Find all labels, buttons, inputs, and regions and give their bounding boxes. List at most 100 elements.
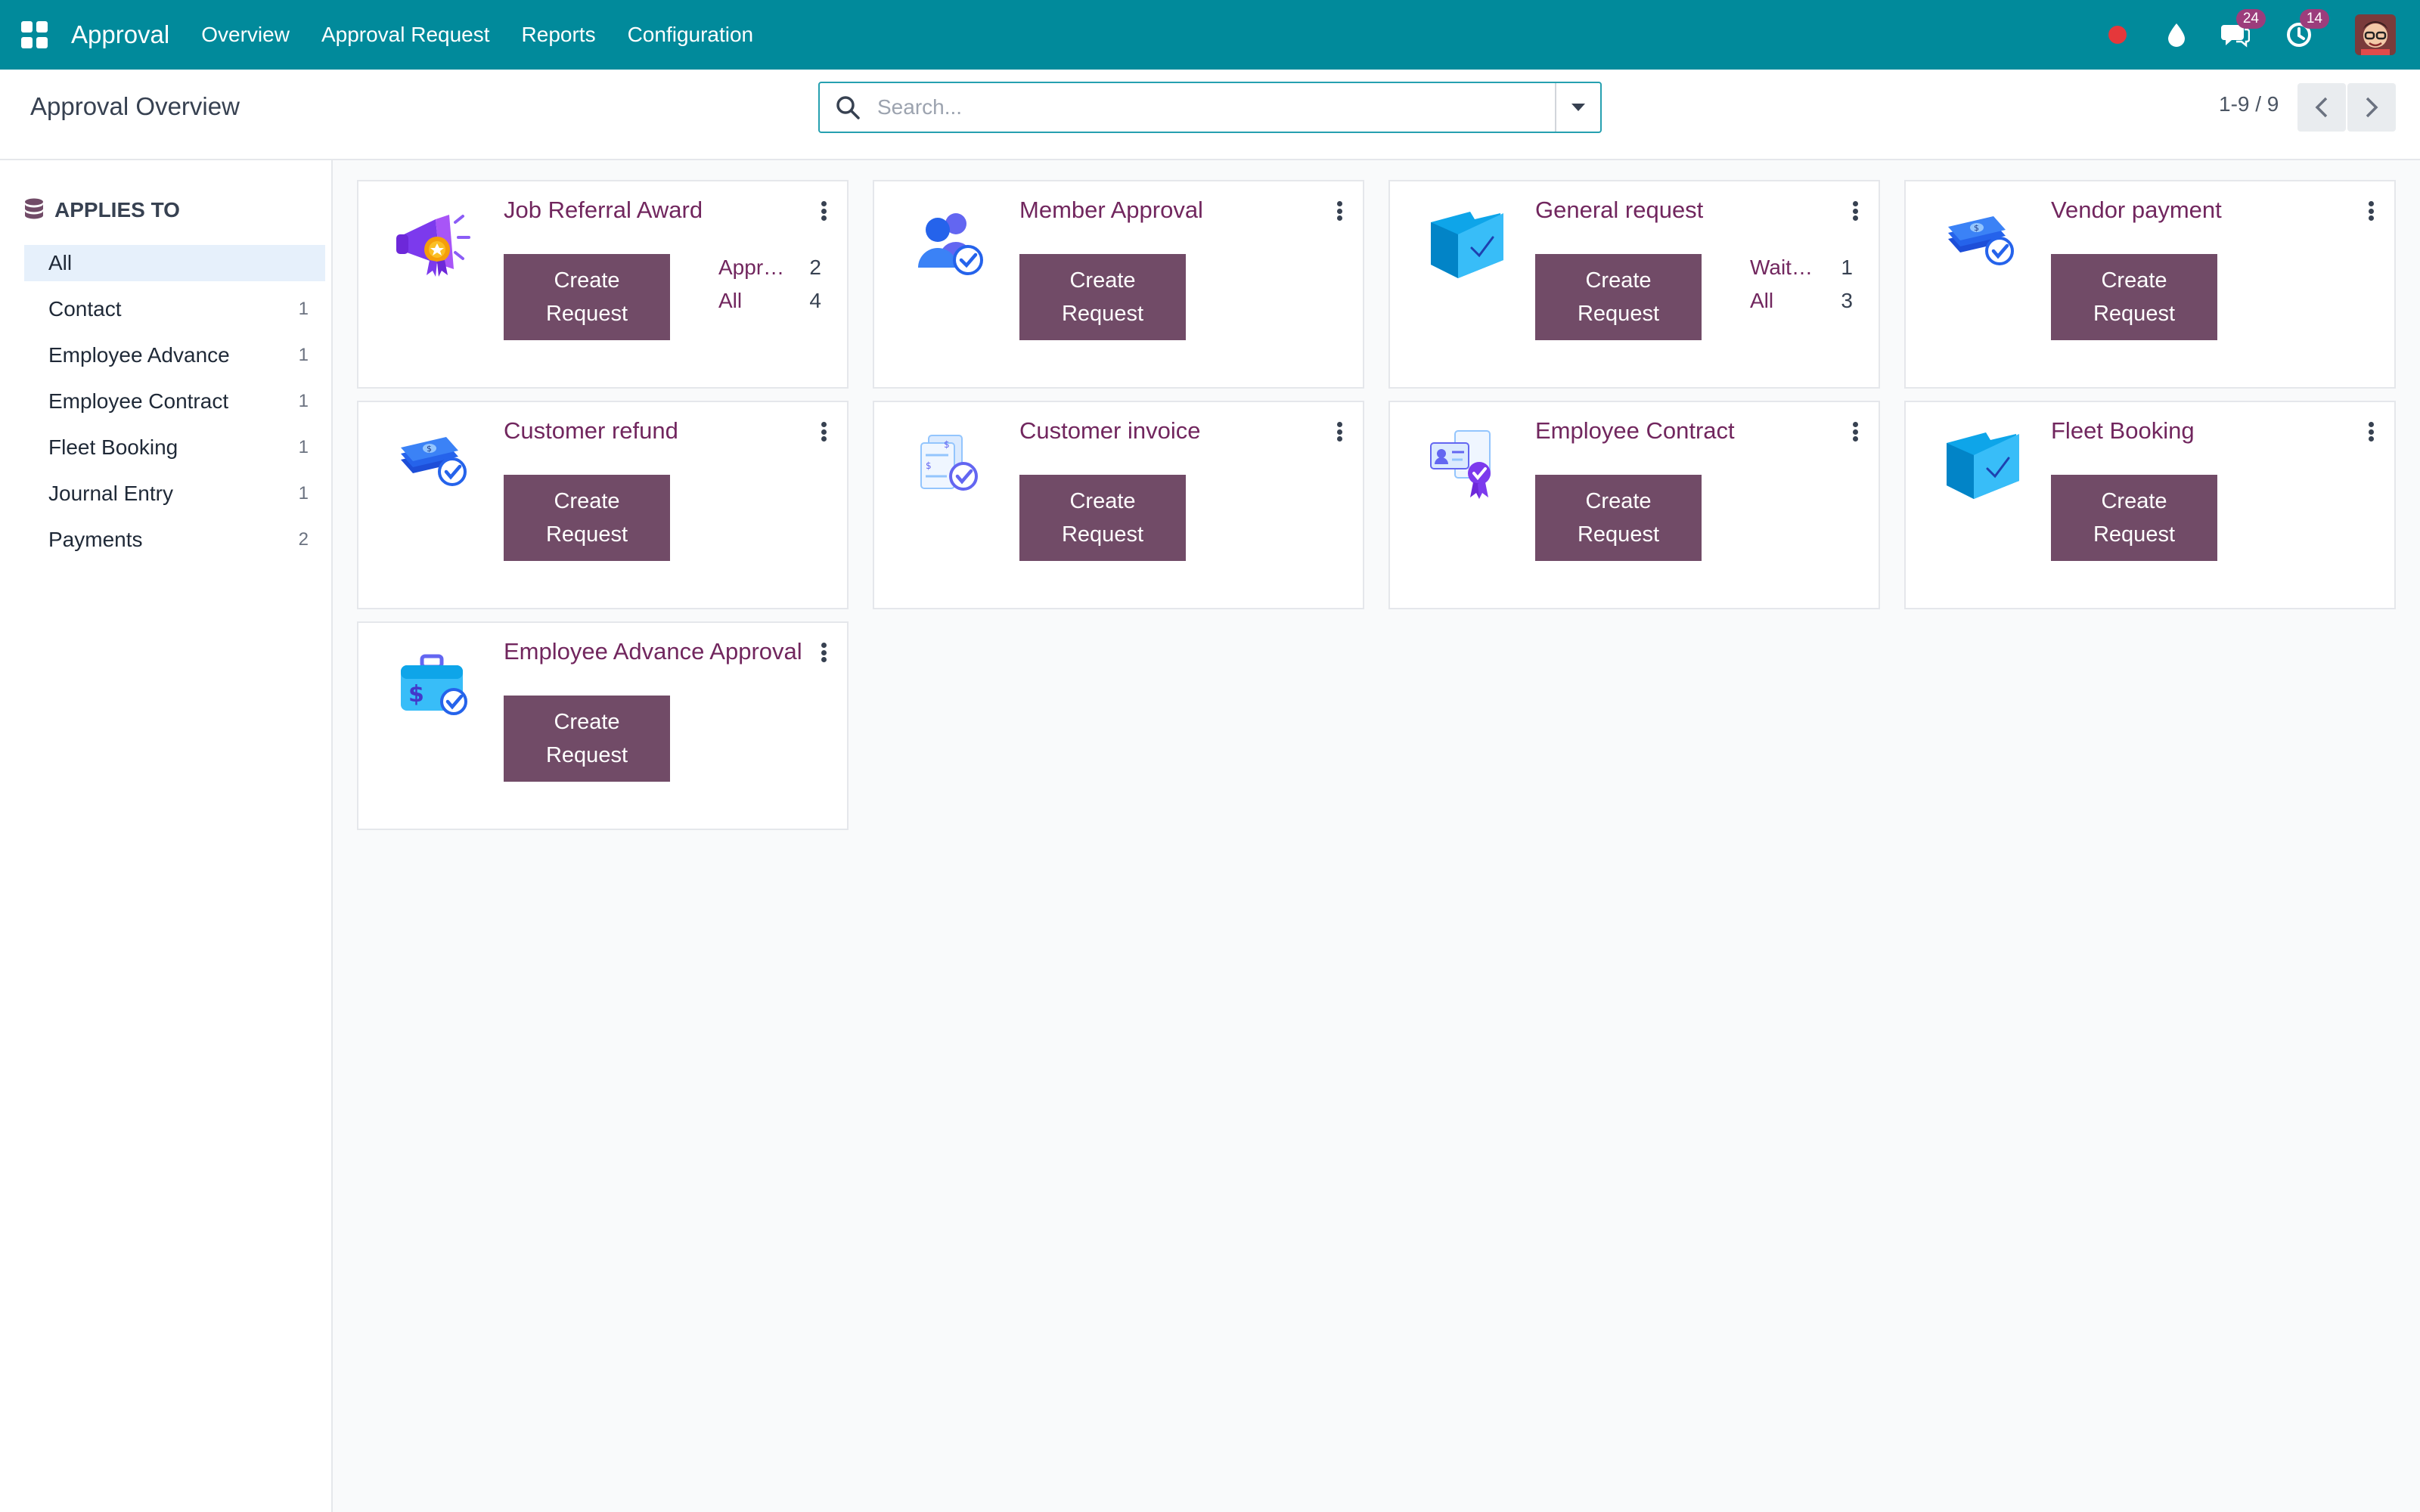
sidebar-item-all[interactable]: All bbox=[24, 245, 325, 281]
kebab-menu-icon[interactable] bbox=[818, 419, 829, 445]
approval-card-fleet-booking[interactable]: Fleet Booking Create Request bbox=[1904, 401, 2396, 609]
sidebar-item-fleet-booking[interactable]: Fleet Booking 1 bbox=[24, 429, 325, 466]
sidebar-item-label: Payments bbox=[48, 528, 143, 551]
card-title[interactable]: Member Approval bbox=[1019, 197, 1203, 224]
create-request-button[interactable]: Create Request bbox=[504, 254, 670, 340]
kebab-menu-icon[interactable] bbox=[818, 640, 829, 665]
svg-text:$: $ bbox=[427, 444, 432, 454]
nav-configuration[interactable]: Configuration bbox=[628, 23, 754, 47]
approval-card-employee-contract[interactable]: Employee Contract Create Request bbox=[1388, 401, 1880, 609]
create-request-button[interactable]: Create Request bbox=[2051, 475, 2217, 561]
card-title[interactable]: Employee Contract bbox=[1535, 417, 1735, 445]
pager-previous-button[interactable] bbox=[2297, 83, 2346, 132]
stat-value: 2 bbox=[809, 256, 821, 279]
kebab-menu-icon[interactable] bbox=[1334, 198, 1345, 224]
sidebar-item-label: Employee Contract bbox=[48, 389, 229, 413]
pager-next-button[interactable] bbox=[2347, 83, 2396, 132]
app-brand[interactable]: Approval bbox=[71, 20, 169, 49]
create-request-button[interactable]: Create Request bbox=[1535, 475, 1702, 561]
folder-check-icon bbox=[1431, 212, 1503, 278]
nav-overview[interactable]: Overview bbox=[201, 23, 290, 47]
stat-value: 1 bbox=[1841, 256, 1853, 279]
sidebar-item-contact[interactable]: Contact 1 bbox=[24, 291, 325, 327]
kebab-menu-icon[interactable] bbox=[2366, 419, 2376, 445]
card-title[interactable]: Vendor payment bbox=[2051, 197, 2222, 224]
kebab-menu-icon[interactable] bbox=[1850, 419, 1860, 445]
activities-badge: 14 bbox=[2299, 9, 2329, 29]
approval-card-vendor-payment[interactable]: $ Vendor payment Create Request bbox=[1904, 180, 2396, 389]
sidebar-item-employee-contract[interactable]: Employee Contract 1 bbox=[24, 383, 325, 420]
control-panel: Approval Overview 1-9 / 9 bbox=[0, 70, 2420, 160]
stat-row[interactable]: All 4 bbox=[718, 289, 821, 322]
card-stats: Appr… 2 All 4 bbox=[718, 256, 821, 322]
approval-card-customer-refund[interactable]: $ Customer refund Create Request bbox=[357, 401, 849, 609]
nav-reports[interactable]: Reports bbox=[522, 23, 596, 47]
contract-badge-icon bbox=[1430, 430, 1491, 499]
card-title[interactable]: Job Referral Award bbox=[504, 197, 703, 224]
sidebar-item-payments[interactable]: Payments 2 bbox=[24, 522, 325, 558]
svg-text:$: $ bbox=[926, 460, 932, 471]
sidebar-item-label: Journal Entry bbox=[48, 482, 173, 505]
money-check-icon: $ bbox=[401, 437, 467, 486]
sidebar-item-label: Contact bbox=[48, 297, 122, 321]
water-drop-icon[interactable] bbox=[2161, 20, 2192, 50]
approval-card-member-approval[interactable]: Member Approval Create Request bbox=[873, 180, 1364, 389]
sidebar-item-label: Fleet Booking bbox=[48, 435, 178, 459]
svg-text:$: $ bbox=[1974, 223, 1979, 233]
folder-check-icon bbox=[1947, 432, 2019, 499]
stat-label[interactable]: All bbox=[718, 289, 742, 322]
create-request-button[interactable]: Create Request bbox=[504, 696, 670, 782]
nav-approval-request[interactable]: Approval Request bbox=[321, 23, 490, 47]
search-bar[interactable] bbox=[818, 82, 1602, 133]
sidebar-item-count: 1 bbox=[298, 483, 309, 503]
pager-value[interactable]: 1-9 / 9 bbox=[2219, 92, 2279, 116]
card-stats: Wait… 1 All 3 bbox=[1750, 256, 1853, 322]
kebab-menu-icon[interactable] bbox=[1850, 198, 1860, 224]
user-avatar[interactable] bbox=[2355, 14, 2396, 55]
approval-card-general-request[interactable]: General request Create Request Wait… 1 A… bbox=[1388, 180, 1880, 389]
activity-clock-icon[interactable]: 14 bbox=[2284, 9, 2329, 50]
money-check-icon: $ bbox=[1948, 216, 2014, 265]
chat-icon[interactable]: 24 bbox=[2220, 9, 2266, 50]
create-request-button[interactable]: Create Request bbox=[504, 475, 670, 561]
sidebar-item-label: Employee Advance bbox=[48, 343, 230, 367]
stat-label[interactable]: All bbox=[1750, 289, 1773, 322]
stat-row[interactable]: Wait… 1 bbox=[1750, 256, 1853, 289]
create-request-button[interactable]: Create Request bbox=[1019, 254, 1186, 340]
sidebar-item-count: 2 bbox=[298, 529, 309, 550]
kebab-menu-icon[interactable] bbox=[2366, 198, 2376, 224]
approval-card-employee-advance-approval[interactable]: $ Employee Advance Approval Create Reque… bbox=[357, 621, 849, 830]
stat-label[interactable]: Appr… bbox=[718, 256, 784, 289]
database-icon bbox=[25, 198, 43, 219]
search-icon bbox=[836, 96, 860, 119]
create-request-button[interactable]: Create Request bbox=[2051, 254, 2217, 340]
approval-card-job-referral-award[interactable]: Job Referral Award Create Request Appr… … bbox=[357, 180, 849, 389]
search-input[interactable] bbox=[877, 85, 1555, 130]
chevron-right-icon bbox=[2366, 97, 2378, 118]
sidebar-list: All Contact 1 Employee Advance 1 Employe… bbox=[24, 245, 325, 568]
svg-text:$: $ bbox=[408, 681, 424, 708]
stat-label[interactable]: Wait… bbox=[1750, 256, 1813, 289]
approval-card-customer-invoice[interactable]: $ $ Customer invoice Create Request bbox=[873, 401, 1364, 609]
card-title[interactable]: General request bbox=[1535, 197, 1703, 224]
status-dot-icon[interactable] bbox=[2102, 20, 2133, 50]
search-options-toggle[interactable] bbox=[1555, 83, 1600, 132]
briefcase-money-icon: $ bbox=[401, 654, 467, 715]
kebab-menu-icon[interactable] bbox=[818, 198, 829, 224]
search-panel-sidebar: APPLIES TO All Contact 1 Employee Advanc… bbox=[0, 160, 333, 1512]
card-title[interactable]: Employee Advance Approval bbox=[504, 638, 802, 665]
kebab-menu-icon[interactable] bbox=[1334, 419, 1345, 445]
create-request-button[interactable]: Create Request bbox=[1019, 475, 1186, 561]
stat-row[interactable]: Appr… 2 bbox=[718, 256, 821, 289]
messages-badge: 24 bbox=[2235, 9, 2266, 29]
sidebar-item-journal-entry[interactable]: Journal Entry 1 bbox=[24, 476, 325, 512]
stat-row[interactable]: All 3 bbox=[1750, 289, 1853, 322]
navbar-systray: 24 14 bbox=[2102, 0, 2420, 70]
create-request-button[interactable]: Create Request bbox=[1535, 254, 1702, 340]
sidebar-item-employee-advance[interactable]: Employee Advance 1 bbox=[24, 337, 325, 373]
card-title[interactable]: Fleet Booking bbox=[2051, 417, 2195, 445]
sidebar-item-label: All bbox=[48, 251, 73, 274]
card-title[interactable]: Customer refund bbox=[504, 417, 678, 445]
card-title[interactable]: Customer invoice bbox=[1019, 417, 1200, 445]
apps-grid-icon[interactable] bbox=[21, 21, 48, 48]
